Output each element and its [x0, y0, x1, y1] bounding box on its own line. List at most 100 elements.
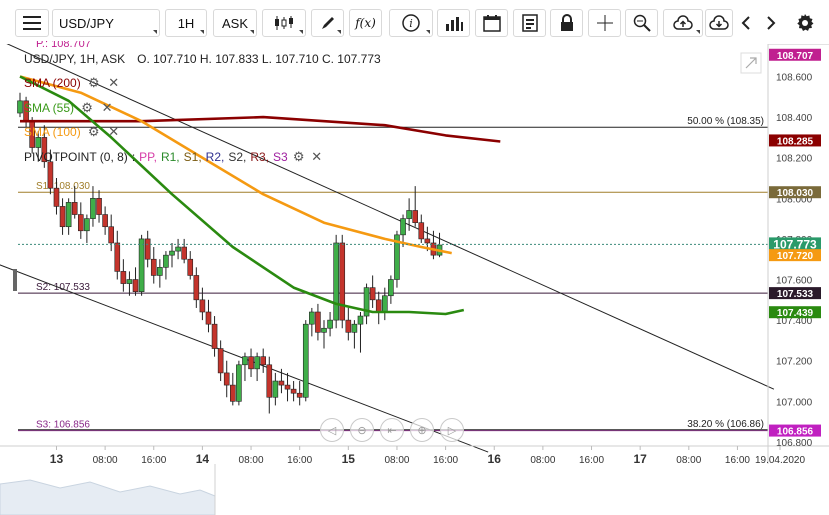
close-icon[interactable]: ✕ [107, 125, 121, 139]
chart-type-button[interactable] [262, 9, 306, 37]
candle-body [321, 327, 327, 333]
price-tags: 108.707108.285108.030107.773107.720107.5… [769, 48, 821, 438]
lock-icon [560, 14, 573, 31]
level-label: 50.00 % (108.35) [687, 116, 764, 127]
candle-body [163, 254, 169, 268]
lock-button[interactable] [550, 9, 583, 37]
gear-icon[interactable]: ⚙ [292, 150, 306, 164]
zoom-in-button[interactable]: ⊕ [410, 418, 434, 442]
price-tag-label: 107.533 [777, 289, 814, 300]
candle-body [412, 210, 419, 223]
toolbar: USD/JPY 1H ASK f(x) i [0, 0, 829, 45]
candle-body [132, 279, 139, 292]
candle-body [114, 242, 121, 272]
candle-body [138, 238, 145, 292]
caret-icon [153, 30, 157, 34]
y-tick-label: 106.800 [776, 438, 813, 449]
function-icon: f(x) [355, 16, 376, 30]
close-icon[interactable]: ✕ [310, 150, 324, 164]
instrument-header: USD/JPY, 1H, ASK O. 107.710 H. 107.833 L… [24, 52, 381, 66]
y-tick-label: 107.200 [776, 357, 813, 368]
gear-icon[interactable]: ⚙ [87, 125, 101, 139]
caret-icon [250, 30, 254, 34]
candle-body [242, 356, 248, 366]
candle-body [217, 348, 224, 374]
arrow-right-icon: ▷ [447, 424, 457, 437]
timeframe-selector[interactable]: 1H [165, 9, 207, 37]
bar-chart-icon [445, 17, 463, 31]
caret-icon [337, 30, 341, 34]
candle-body [126, 279, 133, 284]
candle-body [150, 258, 157, 276]
price-type-label: ASK [221, 15, 248, 31]
close-icon[interactable]: ✕ [100, 101, 114, 115]
candle-body [315, 311, 321, 333]
gear-icon[interactable]: ⚙ [80, 101, 94, 115]
close-icon[interactable]: ✕ [107, 76, 121, 90]
cloud-download-icon [709, 15, 729, 30]
candle-body [120, 271, 127, 284]
zoom-button[interactable] [625, 9, 658, 37]
scroll-left-button[interactable]: ◁ [320, 418, 344, 442]
hamburger-icon [23, 16, 41, 30]
sma-200-label: SMA (200) [24, 76, 81, 90]
next-button[interactable] [760, 9, 782, 37]
price-tag-label: 107.439 [777, 308, 814, 319]
y-tick-label: 107.600 [776, 276, 813, 287]
y-tick-label: 108.200 [776, 154, 813, 165]
candle-body [157, 267, 163, 276]
indicator-sma-200: SMA (200) ⚙ ✕ [24, 76, 121, 91]
upload-button[interactable] [663, 9, 703, 37]
indicators-button[interactable]: f(x) [349, 9, 382, 37]
indicator-pivotpoint: PIVOTPOINT (0, 8) : PP, R1, S1, R2, S2, … [24, 150, 324, 165]
prev-button[interactable] [735, 9, 757, 37]
price-chart[interactable]: 50.00 % (108.35) S1: 108.030 S2: 107.533 S3… [0, 44, 829, 515]
document-button[interactable] [513, 9, 546, 37]
candle-body [357, 315, 364, 325]
candle-body [199, 299, 206, 313]
candle-body [205, 311, 212, 325]
candle-body [345, 319, 352, 333]
info-icon: i [402, 14, 420, 32]
candle-body [369, 287, 376, 301]
candle-body [96, 198, 102, 215]
menu-button[interactable] [15, 9, 49, 37]
scroll-right-button[interactable]: ▷ [440, 418, 464, 442]
draw-tools-button[interactable] [311, 9, 344, 37]
volume-button[interactable] [437, 9, 470, 37]
symbol-selector[interactable]: USD/JPY [52, 9, 160, 37]
candle-body [309, 311, 315, 325]
pivot-r2: R2, [205, 150, 225, 164]
crosshair-button[interactable] [588, 9, 621, 37]
level-label: S1: 108.030 [36, 181, 90, 192]
price-type-selector[interactable]: ASK [213, 9, 257, 37]
settings-button[interactable] [792, 9, 818, 37]
gear-icon[interactable]: ⚙ [87, 76, 101, 90]
gear-icon [797, 14, 814, 31]
candle-body [78, 214, 84, 232]
reset-icon: ⇤ [387, 424, 397, 437]
level-label: S2: 107.533 [36, 282, 90, 293]
candle-body [406, 210, 412, 219]
zoom-icon [633, 14, 651, 32]
caret-icon [299, 30, 303, 34]
zoom-icon: ⊖ [357, 424, 367, 437]
sma-55-label: SMA (55) [24, 101, 75, 115]
download-button[interactable] [705, 9, 733, 37]
info-button[interactable]: i [389, 9, 433, 37]
candle-body [333, 242, 339, 321]
price-tag-label: 106.856 [777, 427, 814, 438]
y-tick-label: 108.600 [776, 72, 813, 83]
candle-body [424, 238, 431, 244]
candle-body [266, 364, 273, 398]
candle-body [193, 275, 200, 301]
reset-button[interactable]: ⇤ [380, 418, 404, 442]
candle-body [47, 161, 54, 189]
candle-body [108, 226, 114, 244]
scroll-handle[interactable] [13, 269, 17, 291]
calendar-button[interactable] [475, 9, 508, 37]
zoom-out-button[interactable]: ⊖ [350, 418, 374, 442]
candle-body [102, 214, 108, 228]
candle-body [375, 299, 382, 313]
symbol-label: USD/JPY [59, 15, 114, 31]
